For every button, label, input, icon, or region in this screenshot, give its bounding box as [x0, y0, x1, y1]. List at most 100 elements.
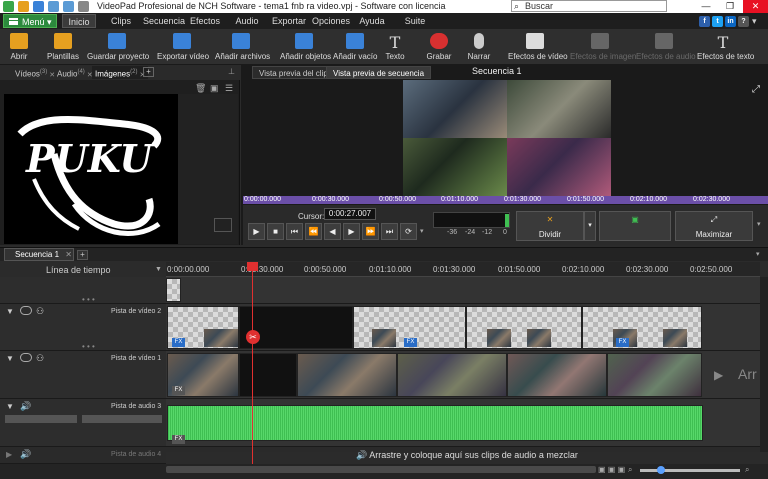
playhead[interactable] — [252, 262, 253, 464]
pin-icon[interactable]: ⊥ — [228, 67, 235, 76]
list-view-icon[interactable]: ☰ — [225, 83, 233, 94]
expand-icon[interactable]: ▼ — [6, 307, 14, 316]
search-input[interactable]: ⌕ Buscar — [511, 0, 667, 12]
drag-handle-icon[interactable]: • • • — [82, 295, 95, 304]
linkedin-icon[interactable]: in — [725, 16, 736, 27]
record-tool-button[interactable]: Grabar — [425, 31, 453, 63]
menu-exportar[interactable]: Exportar — [270, 14, 308, 28]
new-folder-icon[interactable]: ▣ — [210, 83, 219, 94]
text-tool-button[interactable]: T Texto — [384, 31, 406, 63]
open-quick-icon[interactable] — [18, 1, 29, 12]
video-clip[interactable] — [607, 353, 702, 397]
volume-slider[interactable] — [5, 415, 77, 423]
scissors-icon[interactable]: ✂ — [246, 330, 260, 344]
overlay-clip[interactable] — [166, 278, 181, 302]
preview-options-icon[interactable]: ▾ — [757, 220, 761, 228]
menu-audio[interactable]: Audio — [231, 14, 263, 28]
templates-tool-button[interactable]: Plantillas — [46, 31, 80, 63]
expand-icon[interactable]: ▼ — [6, 402, 14, 411]
tab-clip-preview[interactable]: Vista previa del clip — [252, 66, 335, 79]
expand-icon[interactable]: ▼ — [6, 354, 14, 363]
expand-icon[interactable]: ▶ — [6, 450, 12, 459]
quick-access-dropdown-icon[interactable] — [78, 1, 89, 12]
menu-more-icon[interactable]: ▾ — [752, 16, 757, 27]
video-clip[interactable] — [297, 353, 397, 397]
menu-secuencia[interactable]: Secuencia — [143, 14, 185, 28]
speaker-icon[interactable]: 🔊 — [20, 401, 31, 412]
zoom-slider[interactable] — [640, 469, 740, 472]
timeline-vertical-scrollbar[interactable] — [760, 277, 768, 452]
menu-suite-nch[interactable]: Suite NCH — [394, 14, 436, 40]
image-effects-tool-button[interactable]: Efectos de imagen — [570, 31, 636, 63]
help-icon[interactable]: ? — [738, 16, 749, 27]
zoom-slider-knob[interactable] — [657, 466, 665, 474]
save-tool-button[interactable]: Guardar proyecto — [87, 31, 149, 63]
group-icon[interactable]: ⚇ — [36, 306, 44, 317]
blank-clip[interactable] — [239, 353, 297, 397]
video-clip[interactable] — [397, 353, 507, 397]
fx-badge[interactable]: FX — [172, 338, 185, 347]
fullscreen-icon[interactable]: ⤢ — [752, 84, 760, 95]
split-button[interactable]: ✕ Dividir — [516, 211, 584, 241]
zoom-out-icon[interactable]: ⌕ — [628, 465, 632, 475]
add-bin-tab-button[interactable]: + — [143, 67, 154, 77]
audio-clip[interactable] — [167, 405, 703, 441]
video-effects-tool-button[interactable]: Efectos de vídeo — [508, 31, 568, 63]
loop-dropdown-icon[interactable]: ▾ — [420, 227, 424, 235]
facebook-icon[interactable]: f — [699, 16, 710, 27]
menu-efectos[interactable]: Efectos — [188, 14, 222, 28]
fx-badge[interactable]: FX — [616, 338, 629, 347]
redo-icon[interactable] — [63, 1, 74, 12]
tab-sequence-preview[interactable]: Vista previa de secuencia — [326, 66, 432, 79]
video-clip[interactable] — [582, 306, 702, 349]
folder-tool-button[interactable]: Abrir — [6, 31, 32, 63]
image-thumbnail[interactable]: PUKU — [4, 94, 178, 244]
cursor-time-field[interactable]: 0:00:27.007 — [324, 208, 376, 220]
previous-clip-button[interactable]: ⏪ — [305, 223, 322, 240]
split-dropdown-button[interactable]: ▾ — [584, 211, 596, 241]
zoom-fit-icon[interactable]: ▣ ▣ ▣ — [598, 465, 625, 474]
menu-clips[interactable]: Clips — [104, 14, 138, 28]
minimize-button[interactable]: — — [694, 0, 718, 13]
add-objects-tool-button[interactable]: Añadir objetos — [280, 31, 331, 63]
text-effects-tool-button[interactable]: T Efectos de texto — [697, 31, 754, 63]
eye-icon[interactable] — [20, 353, 32, 362]
menu-ayuda[interactable]: Ayuda — [356, 14, 388, 28]
video-clip[interactable] — [466, 306, 582, 349]
speaker-icon[interactable]: 🔊 — [20, 449, 31, 460]
add-blank-tool-button[interactable]: Añadir vacío — [333, 31, 377, 63]
play-button[interactable]: ▶ — [248, 223, 265, 240]
video-clip[interactable] — [507, 353, 607, 397]
twitter-icon[interactable]: t — [712, 16, 723, 27]
stop-button[interactable]: ■ — [267, 223, 284, 240]
undo-icon[interactable] — [48, 1, 59, 12]
export-video-tool-button[interactable]: Exportar vídeo — [157, 31, 209, 63]
tab-audio[interactable]: Audio(4) ✕ — [54, 66, 96, 79]
next-clip-button[interactable]: ⏩ — [362, 223, 379, 240]
menu-button[interactable]: Menú ▾ — [3, 14, 57, 28]
timeline-horizontal-scrollbar[interactable] — [166, 466, 596, 473]
snapshot-button[interactable]: ▣ — [599, 211, 671, 241]
chevron-down-icon[interactable]: ▼ — [155, 266, 162, 273]
save-quick-icon[interactable] — [33, 1, 44, 12]
zoom-in-icon[interactable]: ⌕ — [745, 465, 749, 475]
eye-icon[interactable] — [20, 306, 32, 315]
tab-videos[interactable]: Vídeos(3) ✕ — [12, 66, 58, 79]
audio-effects-tool-button[interactable]: Efectos de audio — [636, 31, 696, 63]
loop-button[interactable]: ⟳ — [400, 223, 417, 240]
go-end-button[interactable]: ⏭ — [381, 223, 398, 240]
menu-opciones[interactable]: Opciones — [312, 14, 350, 28]
maximize-button[interactable]: ❐ — [718, 0, 742, 13]
step-forward-button[interactable]: ▶ — [343, 223, 360, 240]
close-button[interactable]: ✕ — [743, 0, 768, 13]
tab-secuencia-1[interactable]: Secuencia 1 ✕ — [4, 248, 74, 261]
fx-badge[interactable]: FX — [172, 435, 185, 444]
fx-badge[interactable]: FX — [404, 338, 417, 347]
menu-inicio[interactable]: Inicio — [62, 14, 96, 28]
fx-badge[interactable]: FX — [172, 386, 185, 395]
add-files-tool-button[interactable]: Añadir archivos — [215, 31, 270, 63]
tab-imagenes[interactable]: Imágenes(2) ✕ — [92, 66, 149, 79]
add-sequence-button[interactable]: + — [77, 250, 88, 260]
close-icon[interactable]: ✕ — [65, 250, 72, 259]
maximize-preview-button[interactable]: ⤢ Maximizar — [675, 211, 753, 241]
